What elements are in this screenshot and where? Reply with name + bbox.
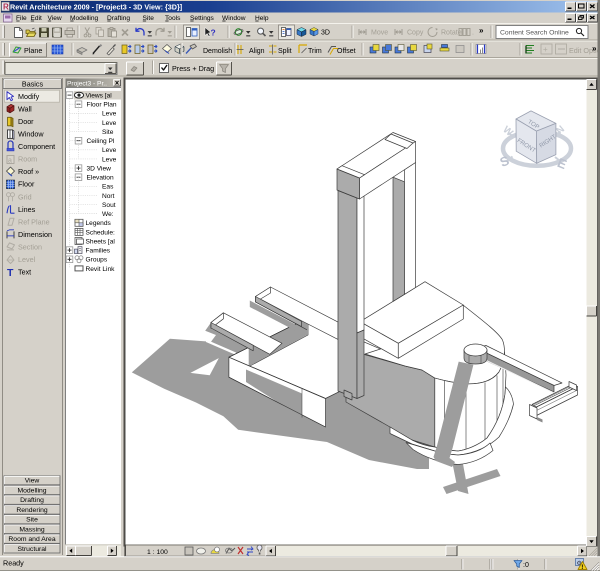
svg-text:T: T — [7, 267, 14, 279]
svg-text:Floor: Floor — [18, 180, 35, 189]
svg-text:Revit Link: Revit Link — [86, 266, 116, 273]
svg-text:Eas: Eas — [102, 184, 114, 191]
svg-text:Groups: Groups — [86, 257, 108, 264]
svg-text:Copy: Copy — [407, 30, 424, 37]
svg-text:Lines: Lines — [18, 205, 36, 214]
svg-text:»: » — [479, 26, 484, 35]
svg-text:Room: Room — [18, 155, 37, 164]
svg-text:Floor Plan: Floor Plan — [87, 102, 117, 109]
svg-text:Demolish: Demolish — [203, 48, 232, 55]
svg-text:Sout: Sout — [102, 202, 116, 209]
svg-text:Roof »: Roof » — [18, 167, 39, 176]
svg-text:Site: Site — [26, 517, 38, 524]
svg-text:Views [al: Views [al — [86, 93, 113, 100]
svg-text:Text: Text — [18, 268, 31, 277]
svg-text:Leve: Leve — [102, 156, 117, 163]
svg-text:1 : 100: 1 : 100 — [147, 549, 168, 556]
svg-text:Settings: Settings — [190, 15, 215, 22]
svg-text:Massing: Massing — [19, 526, 45, 533]
svg-text:3D: 3D — [321, 30, 330, 37]
svg-text:Ref Plane: Ref Plane — [18, 217, 50, 226]
svg-text:Align: Align — [249, 48, 265, 55]
svg-text:Modify: Modify — [18, 92, 40, 101]
svg-text:Offset: Offset — [337, 48, 356, 55]
svg-text:Leve: Leve — [102, 147, 117, 154]
svg-text:Window: Window — [18, 130, 44, 139]
svg-text::0: :0 — [523, 562, 529, 569]
svg-text:Legends: Legends — [86, 220, 112, 227]
svg-text:Leve: Leve — [102, 120, 117, 127]
svg-text:Drafting: Drafting — [20, 497, 44, 504]
svg-text:Nort: Nort — [102, 193, 115, 200]
svg-text:Content Search Online: Content Search Online — [500, 29, 569, 36]
svg-text:View: View — [25, 478, 40, 485]
svg-text:Modelling: Modelling — [17, 487, 46, 494]
svg-text:Split: Split — [278, 48, 292, 55]
svg-text:Schedule:: Schedule: — [86, 229, 115, 236]
svg-text:a: a — [8, 158, 12, 165]
svg-text:Grid: Grid — [18, 192, 32, 201]
svg-text:Move: Move — [371, 30, 388, 37]
svg-text:Plane: Plane — [24, 46, 42, 55]
svg-text:Press + Drag: Press + Drag — [172, 64, 214, 73]
svg-text:Revit Architecture 2009 - [Pro: Revit Architecture 2009 - [Project3 - 3D… — [10, 2, 182, 11]
svg-text:Level: Level — [18, 255, 36, 264]
svg-text:Sheets [al: Sheets [al — [86, 238, 116, 245]
svg-text:Basics: Basics — [22, 80, 44, 89]
svg-text:.: . — [472, 30, 474, 37]
svg-text:Section: Section — [18, 243, 42, 252]
svg-text:Elevation: Elevation — [87, 175, 114, 182]
svg-text:Leve: Leve — [102, 111, 117, 118]
svg-text:R: R — [3, 3, 9, 12]
svg-text:Door: Door — [18, 117, 34, 126]
svg-text:Modelling: Modelling — [70, 15, 99, 22]
svg-text:Families: Families — [86, 248, 111, 255]
svg-text:Project3 - Pr..: Project3 - Pr.. — [67, 80, 107, 87]
svg-text:Site: Site — [102, 129, 114, 136]
svg-text:Rendering: Rendering — [16, 507, 48, 514]
svg-text:?: ? — [211, 28, 216, 38]
svg-text:Dimension: Dimension — [18, 230, 52, 239]
svg-text:Trim: Trim — [308, 48, 322, 55]
svg-text:Wall: Wall — [18, 104, 32, 113]
svg-text:Room and Area: Room and Area — [8, 536, 55, 543]
svg-text:+: + — [543, 45, 548, 54]
svg-text:3D View: 3D View — [87, 166, 112, 173]
svg-text:Ceiling Pl: Ceiling Pl — [87, 138, 115, 145]
svg-text:Structural: Structural — [17, 546, 47, 553]
svg-text:Component: Component — [18, 142, 55, 151]
svg-text:Ready: Ready — [3, 559, 24, 568]
svg-text:!: ! — [581, 564, 583, 571]
svg-text:We:: We: — [102, 211, 114, 218]
svg-text:»: » — [592, 44, 597, 53]
